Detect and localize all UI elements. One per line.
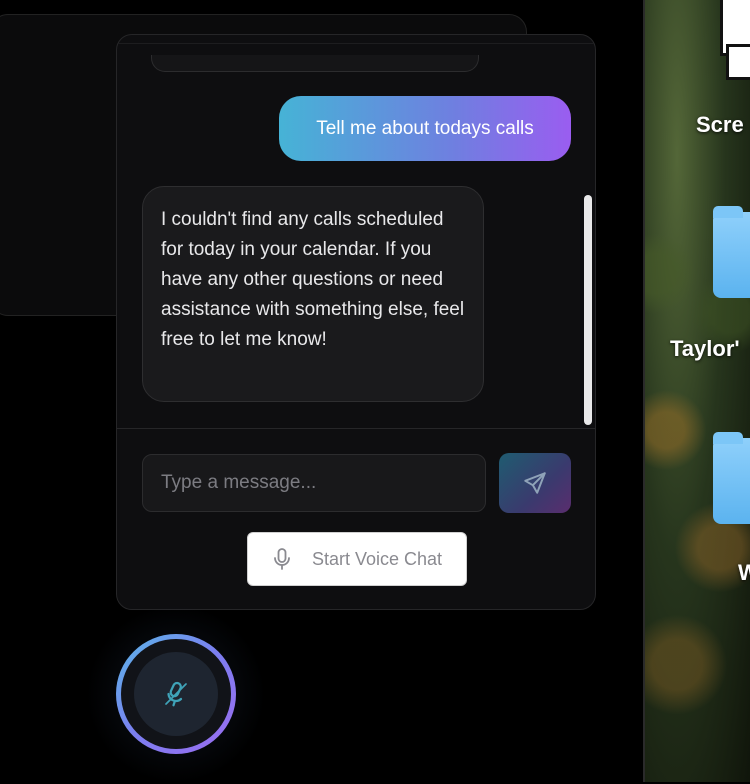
voice-orb-button[interactable] — [116, 634, 236, 754]
assistant-message-bubble: I couldn't find any calls scheduled for … — [142, 186, 484, 402]
assistant-message-text: I couldn't find any calls scheduled for … — [161, 209, 465, 350]
voice-button-label: Start Voice Chat — [311, 548, 443, 569]
user-message-bubble: Tell me about todays calls — [279, 96, 571, 161]
previous-message-bubble — [151, 55, 479, 72]
scrollbar[interactable] — [584, 195, 592, 425]
desktop-item-label[interactable]: Taylor' — [670, 336, 740, 362]
mic-off-icon — [165, 681, 187, 707]
screenshot-file-icon[interactable] — [716, 0, 750, 80]
desktop-item-label[interactable]: Scre — [696, 112, 744, 138]
divider — [117, 428, 595, 429]
folder-icon[interactable] — [713, 206, 750, 298]
start-voice-chat-button[interactable]: Start Voice Chat — [247, 532, 467, 586]
desktop-item-label[interactable]: W — [738, 560, 750, 586]
user-message-text: Tell me about todays calls — [316, 117, 534, 139]
message-input[interactable] — [142, 454, 486, 512]
send-icon — [524, 472, 546, 494]
orb-ring — [121, 639, 231, 749]
divider — [117, 43, 595, 44]
orb-core — [134, 652, 218, 736]
microphone-icon — [274, 548, 290, 570]
chat-panel: Tell me about todays calls I couldn't fi… — [116, 34, 596, 610]
send-button[interactable] — [499, 453, 571, 513]
folder-icon[interactable] — [713, 432, 750, 524]
